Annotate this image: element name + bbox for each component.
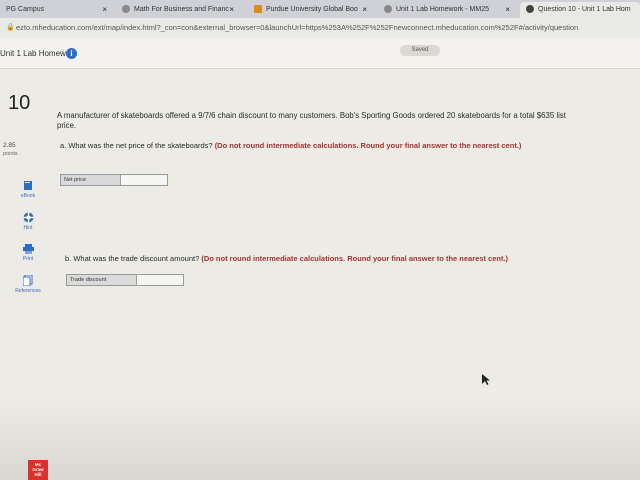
net-price-input[interactable] [122, 175, 167, 185]
print-button[interactable]: Print [12, 244, 44, 262]
part-b: b. What was the trade discount amount? (… [65, 254, 585, 264]
tab-label: Math For Business and Financ [134, 6, 229, 13]
tool-label: References [15, 288, 41, 294]
globe-icon [526, 5, 534, 14]
hint-button[interactable]: Hint [12, 212, 44, 231]
book-icon [24, 181, 32, 190]
saved-button[interactable]: Saved [400, 45, 440, 56]
references-button[interactable]: References [12, 275, 44, 294]
tab-lab-homework[interactable]: Unit 1 Lab Homework - MM25 × [378, 2, 516, 18]
question-number: 10 [8, 92, 31, 114]
net-price-row: Net price [60, 174, 168, 186]
tab-label: Question 10 - Unit 1 Lab Hom [538, 6, 631, 13]
tool-label: eBook [20, 193, 36, 199]
globe-icon [122, 5, 130, 14]
logo-line: Hill [34, 472, 42, 477]
part-b-instruction: (Do not round intermediate calculations.… [201, 254, 509, 263]
tab-close-icon[interactable]: × [102, 2, 107, 18]
tab-pg-campus[interactable]: PG Campus × [0, 2, 113, 18]
tab-close-icon[interactable]: × [229, 2, 234, 18]
trade-discount-label: Trade discount [67, 275, 137, 285]
part-b-text: b. What was the trade discount amount? [65, 254, 200, 263]
tab-question-10[interactable]: Question 10 - Unit 1 Lab Hom [520, 2, 640, 18]
printer-icon [22, 244, 34, 254]
part-a-instruction: (Do not round intermediate calculations.… [214, 141, 522, 150]
tab-math-business[interactable]: Math For Business and Financ × [116, 2, 240, 18]
tab-purdue-books[interactable]: Purdue University Global Boo × [248, 2, 373, 18]
trade-discount-input[interactable] [138, 275, 183, 285]
globe-icon [384, 5, 392, 14]
address-bar[interactable]: 🔒 ezto.mheducation.com/ext/map/index.htm… [0, 18, 640, 38]
url-text[interactable]: ezto.mheducation.com/ext/map/index.html?… [16, 23, 578, 32]
net-price-label: Net price [61, 175, 121, 185]
tool-label: Hint [23, 225, 33, 231]
browser-tab-strip: PG Campus × Math For Business and Financ… [0, 0, 640, 18]
ebook-button[interactable]: eBook [12, 180, 44, 199]
part-a: a. What was the net price of the skatebo… [60, 141, 560, 151]
tab-close-icon[interactable]: × [362, 2, 367, 18]
bookmark-icon [254, 5, 262, 14]
tool-label: Print [22, 256, 34, 262]
app-header: Unit 1 Lab Homework i Saved [0, 38, 640, 69]
trade-discount-row: Trade discount [66, 274, 184, 286]
points-label: points [3, 151, 18, 157]
lock-icon: 🔒 [6, 24, 15, 31]
part-a-text: a. What was the net price of the skatebo… [60, 141, 213, 150]
tab-label: Purdue University Global Boo [266, 6, 358, 13]
points-value: 2.85 [3, 142, 16, 149]
page-background [0, 400, 640, 480]
lifebuoy-icon [22, 212, 34, 223]
question-prompt: A manufacturer of skateboards offered a … [57, 111, 566, 130]
mcgraw-hill-logo: Mc Graw Hill [28, 460, 48, 480]
tab-close-icon[interactable]: × [505, 2, 510, 18]
document-icon [23, 275, 33, 286]
mouse-cursor-icon [482, 374, 490, 385]
info-icon[interactable]: i [66, 48, 77, 59]
tab-label: Unit 1 Lab Homework - MM25 [396, 6, 489, 13]
tab-label: PG Campus [6, 6, 45, 13]
